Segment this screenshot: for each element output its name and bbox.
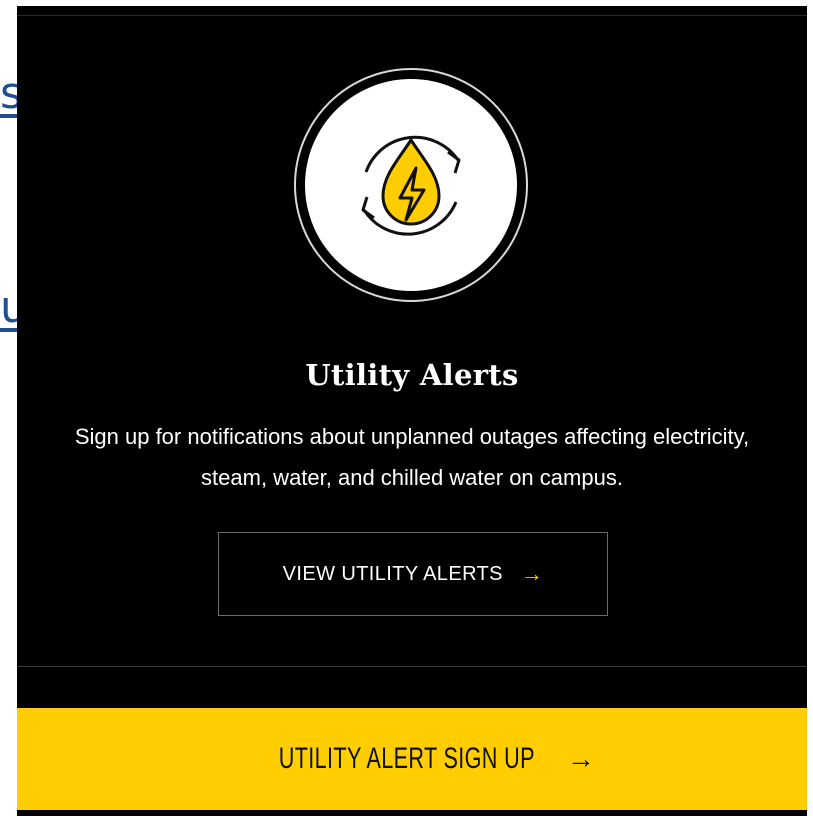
icon-ring: [294, 68, 528, 302]
page: s u Utility Alerts Sign up for notificat…: [0, 0, 813, 816]
view-button-label: VIEW UTILITY ALERTS: [282, 562, 503, 585]
arrow-right-icon: →: [520, 561, 544, 586]
utility-alerts-panel: Utility Alerts Sign up for notifications…: [17, 6, 807, 816]
utility-drop-lightning-cycle-icon: [361, 135, 461, 236]
card-title: Utility Alerts: [305, 358, 519, 392]
view-utility-alerts-button[interactable]: VIEW UTILITY ALERTS →: [218, 532, 608, 616]
arrow-right-icon: →: [566, 743, 595, 774]
card-description: Sign up for notifications about unplanne…: [17, 416, 807, 498]
description-line-2: steam, water, and chilled water on campu…: [201, 465, 623, 490]
top-divider: [17, 15, 807, 16]
section-divider: [17, 666, 807, 667]
signup-label: UTILITY ALERT SIGN UP: [278, 742, 536, 775]
icon-circle: [305, 79, 517, 291]
utility-alert-signup-button[interactable]: UTILITY ALERT SIGN UP →: [17, 708, 807, 810]
description-line-1: Sign up for notifications about unplanne…: [74, 424, 750, 449]
